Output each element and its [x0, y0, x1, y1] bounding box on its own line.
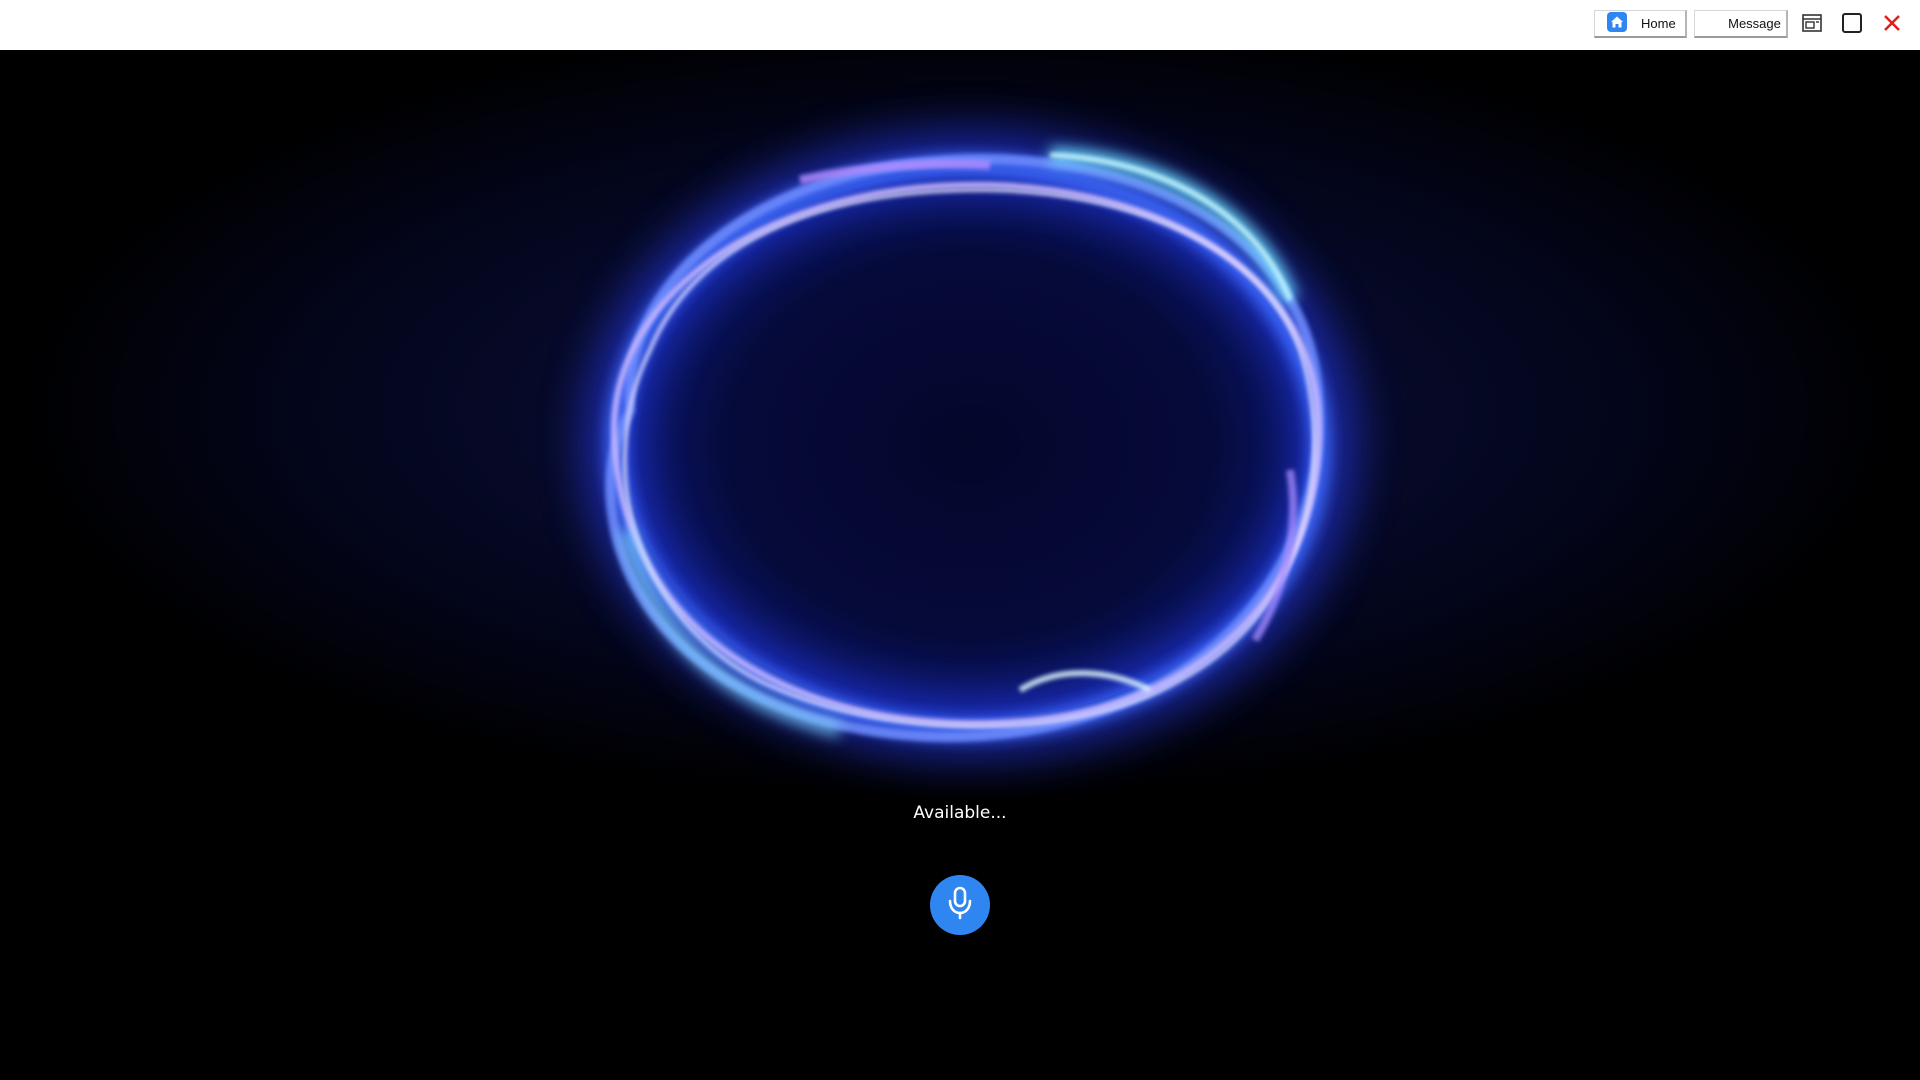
restore-icon	[1801, 12, 1823, 39]
maximize-icon	[1841, 12, 1863, 39]
title-bar: Home Message	[0, 0, 1920, 50]
restore-button[interactable]	[1800, 13, 1824, 37]
close-button[interactable]	[1880, 13, 1904, 37]
home-button[interactable]: Home	[1594, 10, 1687, 38]
assistant-visualizer	[0, 50, 1920, 798]
home-label: Home	[1641, 16, 1676, 31]
status-text: Available...	[913, 803, 1007, 823]
maximize-button[interactable]	[1840, 12, 1864, 39]
glow-ring-graphic	[582, 130, 1358, 760]
microphone-button[interactable]	[930, 875, 990, 935]
message-label: Message	[1728, 16, 1781, 31]
close-icon	[1882, 13, 1902, 38]
message-button[interactable]: Message	[1694, 10, 1788, 38]
home-icon	[1607, 12, 1627, 35]
microphone-icon	[945, 886, 975, 925]
